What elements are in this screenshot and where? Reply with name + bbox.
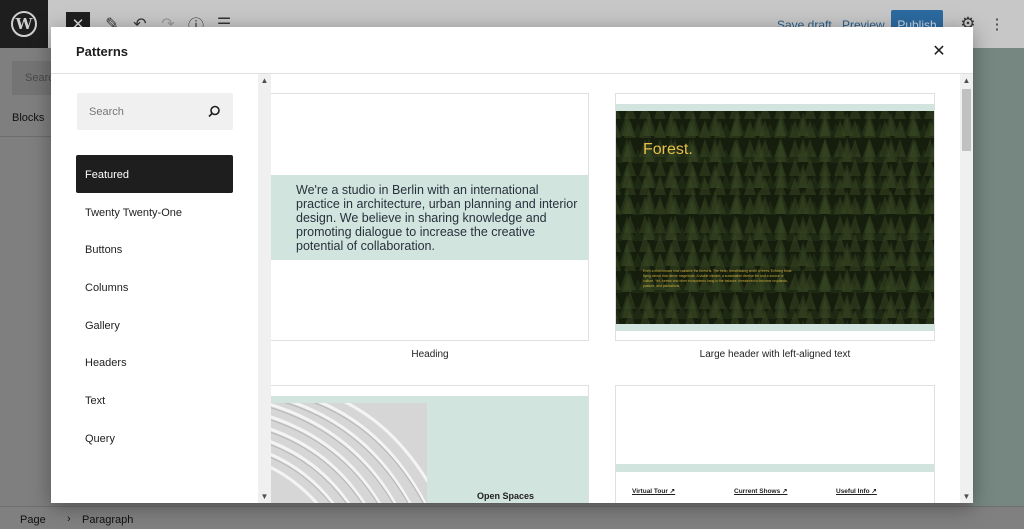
inserter-search-input[interactable]: Search [12, 61, 51, 95]
modal-header: Patterns ✕ [51, 27, 973, 74]
category-twenty-twenty-one[interactable]: Twenty Twenty-One [76, 193, 233, 231]
category-gallery[interactable]: Gallery [76, 306, 233, 344]
divider [0, 136, 51, 137]
breadcrumb-page[interactable]: Page [20, 514, 46, 526]
pattern-card-open-spaces[interactable]: Open Spaces [271, 385, 589, 503]
search-icon[interactable] [206, 104, 222, 120]
close-icon[interactable]: ✕ [928, 40, 950, 62]
category-headers[interactable]: Headers [76, 343, 233, 381]
content-scrollbar[interactable]: ▲ ▼ [960, 74, 973, 503]
category-text[interactable]: Text [76, 381, 233, 419]
patterns-modal: Patterns ✕ Featured Twenty Twenty-One Bu… [51, 27, 973, 503]
forest-title: Forest. [643, 141, 693, 158]
category-list: Featured Twenty Twenty-One Buttons Colum… [76, 155, 233, 457]
scroll-down-icon[interactable]: ▼ [258, 490, 271, 503]
scroll-up-icon[interactable]: ▲ [258, 74, 271, 87]
tab-blocks[interactable]: Blocks [12, 112, 44, 124]
pattern-card-links[interactable]: Virtual Tour ↗ Current Shows ↗ Useful In… [615, 385, 935, 503]
heading-preview-band: We're a studio in Berlin with an interna… [271, 175, 588, 260]
more-options-icon[interactable]: ⋮ [985, 12, 1009, 36]
sidebar-scrollbar[interactable]: ▲ ▼ [258, 74, 271, 503]
wordpress-logo-icon[interactable]: W [0, 0, 48, 48]
architecture-image [271, 403, 427, 503]
pattern-label-large-header[interactable]: Large header with left-aligned text [615, 349, 935, 360]
link-current-shows: Current Shows ↗ [734, 488, 788, 495]
block-inserter-panel: Search Blocks [0, 48, 51, 506]
forest-body-text: Even a child knows how valuable the fore… [643, 269, 792, 288]
chevron-right-icon: › [67, 513, 71, 525]
open-spaces-title: Open Spaces [476, 491, 535, 501]
forest-image: Forest. Even a child knows how valuable … [616, 111, 934, 324]
header-band-bottom [616, 324, 934, 331]
curved-lines-illustration [271, 403, 427, 503]
category-buttons[interactable]: Buttons [76, 230, 233, 268]
scroll-down-icon[interactable]: ▼ [960, 490, 973, 503]
link-virtual-tour: Virtual Tour ↗ [632, 488, 676, 495]
pattern-label-heading[interactable]: Heading [271, 349, 589, 360]
breadcrumb: Page › Paragraph [0, 506, 1024, 529]
pattern-card-large-header[interactable]: Forest. Even a child knows how valuable … [615, 93, 935, 341]
category-query[interactable]: Query [76, 419, 233, 457]
breadcrumb-paragraph[interactable]: Paragraph [82, 514, 133, 526]
search-input[interactable] [77, 93, 201, 130]
patterns-sidebar: Featured Twenty Twenty-One Buttons Colum… [51, 74, 258, 503]
links-band [616, 464, 934, 472]
wordpress-logo-mark: W [11, 11, 37, 37]
header-band-top [616, 104, 934, 111]
pattern-grid: We're a studio in Berlin with an interna… [271, 74, 960, 503]
modal-title: Patterns [76, 44, 129, 59]
pattern-search [77, 93, 233, 130]
category-columns[interactable]: Columns [76, 268, 233, 306]
link-useful-info: Useful Info ↗ [836, 488, 877, 495]
scroll-up-icon[interactable]: ▲ [960, 74, 973, 87]
pattern-card-heading[interactable]: We're a studio in Berlin with an interna… [271, 93, 589, 341]
scrollbar-thumb[interactable] [962, 89, 971, 151]
editor-canvas [973, 48, 1024, 506]
heading-preview-text: We're a studio in Berlin with an interna… [296, 183, 578, 253]
category-featured[interactable]: Featured [76, 155, 233, 193]
